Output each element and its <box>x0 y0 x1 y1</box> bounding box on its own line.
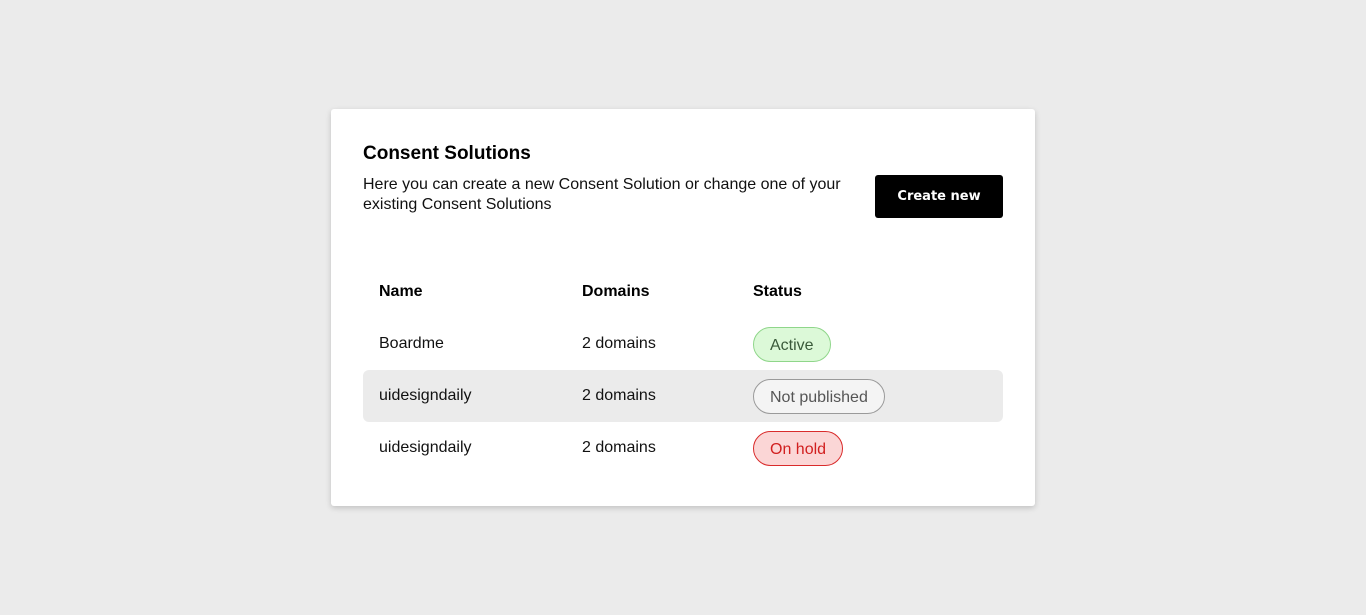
row-name: uidesigndaily <box>379 439 472 456</box>
row-domains: 2 domains <box>582 387 656 404</box>
table-row[interactable]: Boardme 2 domains Active <box>363 318 1003 370</box>
row-name: uidesigndaily <box>379 387 472 404</box>
table-row[interactable]: uidesigndaily 2 domains Not published <box>363 370 1003 422</box>
status-badge: Not published <box>753 378 885 414</box>
column-header-status: Status <box>753 283 802 300</box>
row-status-cell: Not published <box>753 370 885 422</box>
status-badge: Active <box>753 326 831 362</box>
status-badge: On hold <box>753 430 844 466</box>
column-header-domains: Domains <box>582 283 650 300</box>
page-title: Consent Solutions <box>363 143 531 164</box>
row-domains: 2 domains <box>582 335 656 352</box>
table-row[interactable]: uidesigndaily 2 domains On hold <box>363 422 1003 474</box>
row-domains: 2 domains <box>582 439 656 456</box>
solutions-table: Name Domains Status Boardme 2 domains Ac… <box>363 266 1003 474</box>
row-status-cell: Active <box>753 318 831 370</box>
row-name: Boardme <box>379 335 444 352</box>
create-new-button[interactable]: Create new <box>875 175 1003 218</box>
column-header-name: Name <box>379 283 423 300</box>
consent-solutions-card: Consent Solutions Here you can create a … <box>331 109 1035 506</box>
table-header-row: Name Domains Status <box>363 266 1003 318</box>
row-status-cell: On hold <box>753 422 844 474</box>
page-description: Here you can create a new Consent Soluti… <box>363 176 841 213</box>
